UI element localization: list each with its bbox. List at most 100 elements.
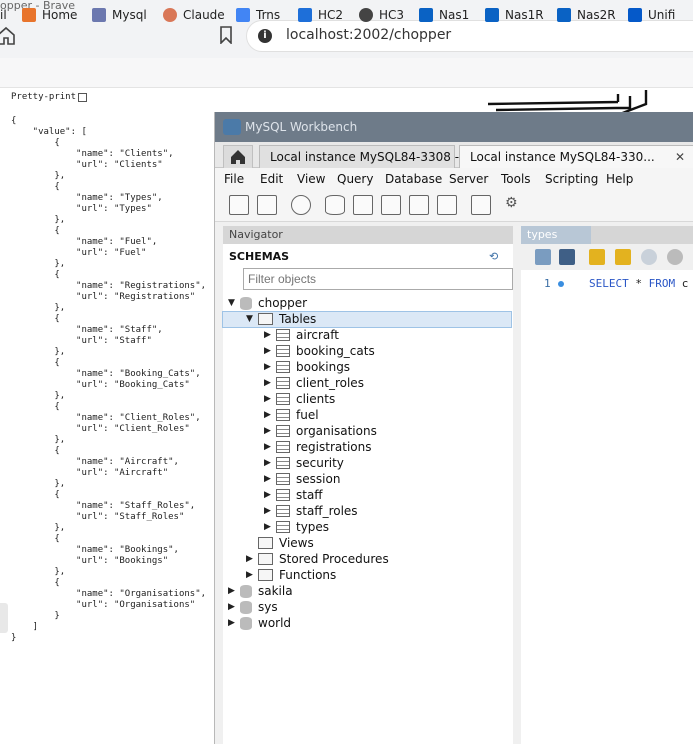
tree-table-item[interactable]: ▶ registrations (264, 439, 372, 455)
chevron-right-icon[interactable]: ▶ (264, 378, 276, 388)
tree-table-item[interactable]: ▶ client_roles (264, 375, 364, 391)
chevron-right-icon[interactable]: ▶ (264, 474, 276, 484)
tab-connection-1[interactable]: Local instance MySQL84-3308 - ... (259, 145, 474, 168)
chevron-right-icon[interactable]: ▶ (264, 442, 276, 452)
tree-table-item[interactable]: ▶ security (264, 455, 344, 471)
chevron-down-icon[interactable]: ▼ (246, 314, 258, 324)
chevron-right-icon[interactable]: ▶ (264, 506, 276, 516)
json-line: } (11, 633, 17, 643)
chevron-right-icon[interactable]: ▶ (228, 586, 240, 596)
bookmark-hc3[interactable]: HC3 (359, 6, 404, 24)
chevron-right-icon[interactable]: ▶ (264, 490, 276, 500)
chevron-right-icon[interactable]: ▶ (246, 554, 258, 564)
tree-table-item[interactable]: ▶ clients (264, 391, 335, 407)
chevron-right-icon[interactable]: ▶ (246, 570, 258, 580)
bookmark-trns[interactable]: Trns (236, 6, 280, 24)
menu-file[interactable]: File (224, 172, 244, 186)
tree-schema-chopper[interactable]: ▼ chopper (228, 295, 307, 311)
open-file-icon[interactable] (535, 249, 551, 265)
chevron-right-icon[interactable]: ▶ (228, 602, 240, 612)
tree-schema-item[interactable]: ▶ sakila (228, 583, 293, 599)
explain-icon[interactable] (641, 249, 657, 265)
home-tab[interactable] (223, 145, 253, 168)
tree-table-item[interactable]: ▶ staff_roles (264, 503, 358, 519)
execute-current-icon[interactable] (615, 249, 631, 265)
workbench-titlebar[interactable]: MySQL Workbench (215, 112, 693, 142)
chevron-right-icon[interactable]: ▶ (264, 362, 276, 372)
json-line: "url": "Client_Roles" (11, 424, 190, 434)
chevron-right-icon[interactable]: ▶ (264, 330, 276, 340)
menu-query[interactable]: Query (337, 172, 373, 186)
bookmark-nas1[interactable]: Nas1 (419, 6, 469, 24)
pretty-print-checkbox[interactable] (78, 92, 88, 102)
tree-table-item[interactable]: ▶ organisations (264, 423, 377, 439)
bookmark-hc2[interactable]: HC2 (298, 6, 343, 24)
menu-help[interactable]: Help (606, 172, 633, 186)
menu-server[interactable]: Server (449, 172, 488, 186)
menu-view[interactable]: View (297, 172, 325, 186)
bookmarks-bar (0, 58, 693, 88)
search-table-data-icon[interactable] (471, 195, 491, 215)
bookmark-partial[interactable]: il (0, 6, 7, 24)
bookmark-unifi[interactable]: Unifi (628, 6, 675, 24)
bookmark-nas2r[interactable]: Nas2R (557, 6, 616, 24)
create-view-icon[interactable] (381, 195, 401, 215)
tree-tables-node[interactable]: ▼ Tables (246, 311, 316, 327)
tree-table-item[interactable]: ▶ booking_cats (264, 343, 375, 359)
tree-schema-item[interactable]: ▶ world (228, 615, 291, 631)
stop-icon[interactable] (667, 249, 683, 265)
tree-table-item[interactable]: ▶ fuel (264, 407, 319, 423)
save-icon[interactable] (559, 249, 575, 265)
tree-procedures-node[interactable]: ▶ Stored Procedures (246, 551, 389, 567)
create-schema-icon[interactable] (325, 195, 345, 215)
tree-views-node[interactable]: Views (246, 535, 314, 551)
chevron-right-icon[interactable]: ▶ (264, 346, 276, 356)
bookmark-nas1r[interactable]: Nas1R (485, 6, 544, 24)
menu-edit[interactable]: Edit (260, 172, 283, 186)
tree-functions-node[interactable]: ▶ Functions (246, 567, 336, 583)
json-line: }, (11, 259, 66, 269)
json-line: }, (11, 523, 66, 533)
open-sql-script-icon[interactable] (257, 195, 277, 215)
menu-tools[interactable]: Tools (501, 172, 531, 186)
side-handle[interactable] (0, 603, 8, 633)
chevron-right-icon[interactable]: ▶ (264, 522, 276, 532)
tree-table-item[interactable]: ▶ staff (264, 487, 323, 503)
create-function-icon[interactable] (437, 195, 457, 215)
close-icon[interactable]: ✕ (675, 150, 685, 164)
info-icon[interactable]: i (258, 29, 272, 43)
chevron-right-icon[interactable]: ▶ (264, 394, 276, 404)
menu-database[interactable]: Database (385, 172, 442, 186)
tab-connection-2[interactable]: Local instance MySQL84-330... ✕ (459, 145, 693, 168)
pretty-print-toggle[interactable]: Pretty-print (11, 92, 88, 102)
inspector-icon[interactable] (291, 195, 311, 215)
home-icon[interactable] (0, 26, 16, 46)
sql-editor[interactable] (521, 270, 693, 744)
editor-toolbar (521, 244, 693, 270)
tree-table-item[interactable]: ▶ bookings (264, 359, 350, 375)
tree-table-item[interactable]: ▶ types (264, 519, 329, 535)
url-text[interactable]: localhost:2002/chopper (286, 27, 451, 43)
create-procedure-icon[interactable] (409, 195, 429, 215)
new-sql-tab-icon[interactable] (229, 195, 249, 215)
chevron-right-icon[interactable]: ▶ (264, 410, 276, 420)
filter-input[interactable] (243, 268, 513, 290)
bookmark-claude[interactable]: Claude (163, 6, 225, 24)
chevron-down-icon[interactable]: ▼ (228, 298, 240, 308)
chevron-right-icon[interactable]: ▶ (228, 618, 240, 628)
menu-scripting[interactable]: Scripting (545, 172, 598, 186)
tree-table-item[interactable]: ▶ session (264, 471, 340, 487)
bookmark-icon[interactable] (218, 26, 234, 44)
execute-icon[interactable] (589, 249, 605, 265)
chevron-right-icon[interactable]: ▶ (264, 426, 276, 436)
reconnect-icon[interactable]: ⚙ (505, 195, 525, 215)
chevron-right-icon[interactable]: ▶ (264, 458, 276, 468)
sql-text[interactable]: SELECT * FROM c (589, 277, 688, 290)
tree-table-item[interactable]: ▶ aircraft (264, 327, 339, 343)
bookmark-mysql[interactable]: Mysql (92, 6, 147, 24)
tree-schema-item[interactable]: ▶ sys (228, 599, 278, 615)
refresh-icon[interactable]: ⟲ (489, 250, 498, 263)
bookmark-home[interactable]: Home (22, 6, 77, 24)
tab-types[interactable]: types (521, 226, 591, 244)
create-table-icon[interactable] (353, 195, 373, 215)
